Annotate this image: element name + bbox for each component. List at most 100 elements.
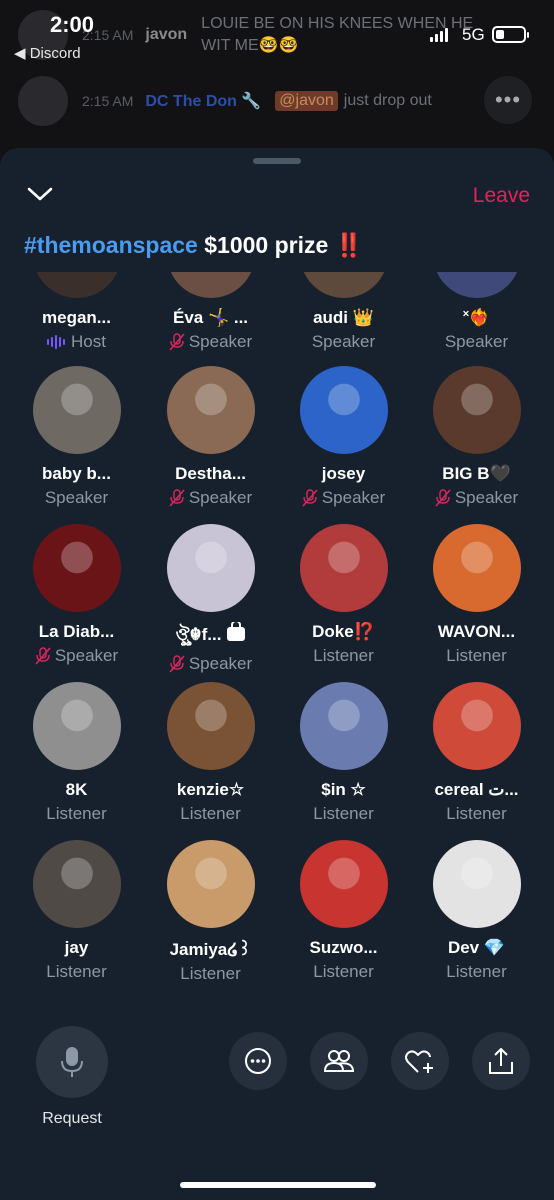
avatar (18, 76, 68, 126)
participant-speaker[interactable]: BIG B🖤 Speaker (410, 366, 543, 508)
react-button[interactable] (391, 1032, 449, 1090)
participant-role-label: Listener (446, 804, 507, 823)
avatar[interactable] (299, 524, 388, 612)
participant-listener[interactable]: cereal ت... Listener (410, 682, 543, 824)
heart-add-icon (405, 1050, 433, 1073)
participant-role-label: Listener (180, 964, 241, 983)
space-hashtag[interactable]: #themoanspace (24, 232, 198, 258)
participant-listener[interactable]: Dev 💎 Listener (410, 840, 543, 982)
avatar[interactable] (299, 682, 388, 770)
participant-role-label: Speaker (444, 332, 509, 351)
back-to-discord-link[interactable]: ◀ Discord (14, 44, 81, 62)
participant-speaker[interactable]: baby b... Speaker (10, 366, 143, 508)
share-icon (489, 1048, 513, 1074)
avatar[interactable] (32, 272, 121, 298)
participant-name: megan... (42, 308, 111, 327)
participant-name: WAVON... (437, 622, 516, 641)
participant-role: Listener (144, 804, 277, 824)
participant-name: BIG B🖤 (442, 464, 511, 483)
participant-role: Listener (410, 646, 543, 666)
participant-listener[interactable]: Jamiya໒꒱ Listener (144, 840, 277, 984)
battery-icon (492, 26, 529, 43)
mic-muted-icon (302, 489, 318, 507)
participant-role: Speaker (10, 646, 143, 666)
participant-name: Destha... (175, 464, 246, 483)
participant-name: La Diab... (38, 622, 115, 641)
participant-listener[interactable]: Doke⁉️ Listener (277, 524, 410, 666)
participant-role-label: Speaker (454, 488, 519, 507)
participant-listener[interactable]: WAVON... Listener (410, 524, 543, 666)
message-text: just drop out (343, 92, 432, 109)
participant-role-label: Listener (313, 646, 374, 665)
request-label: Request (42, 1110, 102, 1127)
participant-role: Listener (144, 964, 277, 984)
avatar[interactable] (32, 366, 121, 454)
share-button[interactable] (472, 1032, 530, 1090)
participant-role: Listener (10, 962, 143, 982)
avatar[interactable] (432, 682, 521, 770)
avatar[interactable] (299, 366, 388, 454)
participant-role-label: Listener (46, 804, 107, 823)
avatar[interactable] (166, 840, 255, 928)
avatar[interactable] (32, 840, 121, 928)
mic-muted-icon (169, 333, 185, 351)
microphone-icon (61, 1047, 83, 1077)
participant-speaker[interactable]: ঔৣ☬f... Speaker (144, 524, 277, 674)
leave-button[interactable]: Leave (473, 184, 530, 208)
participant-speaker[interactable]: ˟❤️‍🔥 Speaker (410, 272, 543, 352)
participants-button[interactable] (310, 1032, 368, 1090)
avatar[interactable] (32, 524, 121, 612)
avatar[interactable] (166, 524, 255, 612)
avatar[interactable] (32, 682, 121, 770)
avatar[interactable] (299, 272, 388, 298)
chevron-down-icon[interactable] (26, 184, 54, 204)
participant-listener[interactable]: jay Listener (10, 840, 143, 982)
participant-speaker[interactable]: La Diab... Speaker (10, 524, 143, 666)
participant-role: Speaker (410, 332, 543, 352)
participant-listener[interactable]: 8K Listener (10, 682, 143, 824)
participant-speaker[interactable]: Destha... Speaker (144, 366, 277, 508)
avatar[interactable] (166, 682, 255, 770)
mic-muted-icon (35, 647, 51, 665)
lock-icon (227, 622, 246, 641)
message-author: DC The Don 🔧 (145, 93, 262, 110)
participant-name: josey (321, 464, 366, 483)
avatar[interactable] (166, 272, 255, 298)
participant-role-label: Speaker (321, 488, 386, 507)
participant-name: baby b... (42, 464, 111, 483)
participant-speaker[interactable]: audi 👑 Speaker (277, 272, 410, 352)
status-bar: 2:00 ◀ Discord 5G (0, 0, 554, 64)
participant-name: ঔৣ☬f... (144, 622, 277, 650)
participant-name: 8K (65, 780, 88, 799)
more-options-button[interactable] (229, 1032, 287, 1090)
participant-role-label: Speaker (188, 332, 253, 351)
participant-speaker[interactable]: josey Speaker (277, 366, 410, 508)
avatar[interactable] (166, 366, 255, 454)
request-mic-button[interactable] (36, 1026, 108, 1098)
participant-role-label: Listener (446, 962, 507, 981)
participant-name: audi 👑 (313, 308, 374, 327)
avatar[interactable] (299, 840, 388, 928)
sheet-grabber[interactable] (253, 158, 301, 164)
more-icon[interactable]: ••• (484, 76, 532, 124)
participant-role: Listener (277, 646, 410, 666)
participant-name: jay (64, 938, 89, 957)
participant-name: Suzwo... (309, 938, 378, 957)
avatar[interactable] (432, 366, 521, 454)
home-indicator[interactable] (180, 1182, 376, 1188)
clock: 2:00 (50, 12, 95, 37)
participant-host[interactable]: megan... Host (10, 272, 143, 352)
participant-listener[interactable]: $in ☆ Listener (277, 682, 410, 824)
avatar[interactable] (432, 840, 521, 928)
participant-role-label: Host (71, 332, 106, 351)
participant-listener[interactable]: kenzie☆ Listener (144, 682, 277, 824)
avatar[interactable] (432, 524, 521, 612)
mic-muted-icon (169, 489, 185, 507)
avatar[interactable] (432, 272, 521, 298)
message-time: 2:15 AM (82, 93, 134, 109)
participant-listener[interactable]: Suzwo... Listener (277, 840, 410, 982)
people-icon (323, 1050, 355, 1072)
participant-name: ˟❤️‍🔥 (463, 308, 490, 327)
participant-speaker[interactable]: Éva 🤸‍♀️ ... Speaker (144, 272, 277, 352)
participant-role: Speaker (144, 488, 277, 508)
